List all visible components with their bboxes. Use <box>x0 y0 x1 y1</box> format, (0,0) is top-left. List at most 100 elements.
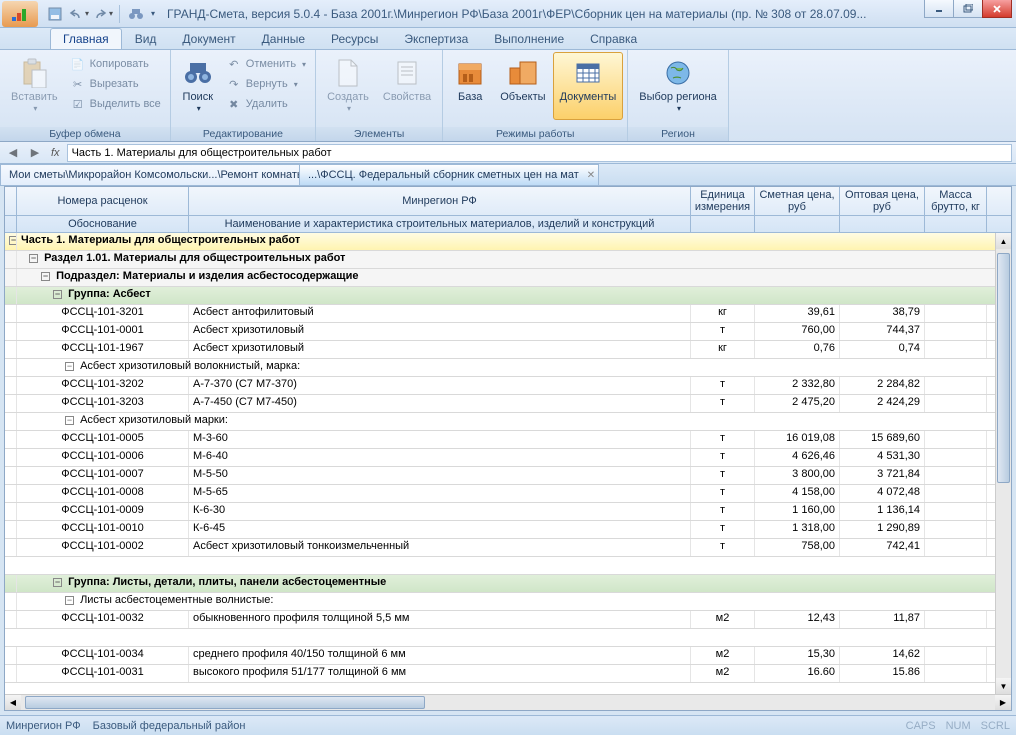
col-code[interactable]: Номера расценок <box>17 187 189 215</box>
table-row[interactable]: − Асбест хризотиловый волокнистый, марка… <box>5 359 1011 377</box>
redo-button[interactable]: ↷Вернуть▾ <box>221 74 311 94</box>
globe-icon <box>662 57 694 89</box>
delete-button[interactable]: ✖Удалить <box>221 94 311 114</box>
table-row[interactable]: − Листы асбестоцементные волнистые: <box>5 593 1011 611</box>
col-desc[interactable]: Наименование и характеристика строительн… <box>189 216 691 232</box>
undo-button[interactable]: ↶Отменить▾ <box>221 54 311 74</box>
table-row[interactable]: − Группа: Листы, детали, плиты, панели а… <box>5 575 1011 593</box>
ribbon-tab-view[interactable]: Вид <box>122 28 170 49</box>
quick-access-toolbar: ▾ ▾ ▾ <box>44 4 155 24</box>
table-row[interactable]: ФССЦ-101-3201Асбест антофилитовыйкг39,61… <box>5 305 1011 323</box>
cut-button[interactable]: ✂Вырезать <box>65 74 166 94</box>
ribbon-tab-document[interactable]: Документ <box>169 28 248 49</box>
fx-label: fx <box>48 147 63 159</box>
region-select-button[interactable]: Выбор региона▾ <box>632 52 724 120</box>
documents-button[interactable]: Документы <box>553 52 624 120</box>
formula-left-icon[interactable]: ◀ <box>4 144 22 162</box>
cut-icon: ✂ <box>70 76 86 92</box>
ribbon-tab-execution[interactable]: Выполнение <box>481 28 577 49</box>
scroll-up-icon[interactable]: ▲ <box>996 233 1011 249</box>
undo-icon: ↶ <box>226 56 242 72</box>
scroll-thumb[interactable] <box>997 253 1010 483</box>
ribbon-tab-main[interactable]: Главная <box>50 28 122 49</box>
col-mass[interactable]: Масса брутто, кг <box>925 187 987 215</box>
table-row[interactable]: − Группа: Асбест <box>5 287 1011 305</box>
table-row[interactable]: ФССЦ-101-3202А-7-370 (С7 М7-370)т2 332,8… <box>5 377 1011 395</box>
objects-button[interactable]: Объекты <box>493 52 552 120</box>
formula-right-icon[interactable]: ▶ <box>26 144 44 162</box>
collapse-icon[interactable]: − <box>9 236 17 245</box>
col-unit[interactable]: Единица измерения <box>691 187 755 215</box>
table-row[interactable]: ФССЦ-101-0010К-6-45т1 318,001 290,89 <box>5 521 1011 539</box>
horizontal-scrollbar[interactable]: ◀ ▶ <box>5 694 1011 710</box>
vertical-scrollbar[interactable]: ▲ ▼ <box>995 233 1011 694</box>
table-row[interactable]: ФССЦ-101-0005М-3-60т16 019,0815 689,60 <box>5 431 1011 449</box>
qat-save-icon[interactable] <box>44 4 66 24</box>
paste-button[interactable]: Вставить▾ <box>4 52 65 120</box>
app-menu-button[interactable] <box>2 1 38 27</box>
doc-tab-0[interactable]: Мои сметы\Микрорайон Комсомольски...\Рем… <box>0 164 300 185</box>
scroll-left-icon[interactable]: ◀ <box>5 695 21 710</box>
table-row[interactable]: ФССЦ-101-0008М-5-65т4 158,004 072,48 <box>5 485 1011 503</box>
props-button[interactable]: Свойства <box>376 52 438 120</box>
qat-redo-icon[interactable]: ▾ <box>92 4 114 24</box>
minimize-button[interactable] <box>924 0 954 18</box>
collapse-icon[interactable]: − <box>41 272 50 281</box>
collapse-icon[interactable]: − <box>65 362 74 371</box>
table-row[interactable]: ФССЦ-101-0001Асбест хризотиловыйт760,007… <box>5 323 1011 341</box>
maximize-button[interactable] <box>953 0 983 18</box>
close-button[interactable] <box>982 0 1012 18</box>
table-row[interactable]: ФССЦ-101-0034среднего профиля 40/150 тол… <box>5 647 1011 665</box>
col-basis[interactable]: Обоснование <box>17 216 189 232</box>
table-row[interactable]: ФССЦ-101-0032обыкновенного профиля толщи… <box>5 611 1011 629</box>
table-row[interactable]: −Часть 1. Материалы для общестроительных… <box>5 233 1011 251</box>
collapse-icon[interactable]: − <box>53 290 62 299</box>
table-row[interactable]: ФССЦ-101-0007М-5-50т3 800,003 721,84 <box>5 467 1011 485</box>
formula-input[interactable]: Часть 1. Материалы для общестроительных … <box>67 144 1012 162</box>
collapse-icon[interactable]: − <box>53 578 62 587</box>
select-all-icon: ☑ <box>70 96 86 112</box>
table-header: Номера расценок Минрегион РФ Единица изм… <box>5 187 1011 233</box>
ribbon-tab-resources[interactable]: Ресурсы <box>318 28 391 49</box>
create-button[interactable]: Создать▾ <box>320 52 376 120</box>
ribbon-tab-expertise[interactable]: Экспертиза <box>391 28 481 49</box>
table-row[interactable]: ФССЦ-101-0009К-6-30т1 160,001 136,14 <box>5 503 1011 521</box>
formula-bar: ◀ ▶ fx Часть 1. Материалы для общестроит… <box>0 142 1016 164</box>
table-row[interactable]: − Асбест хризотиловый марки: <box>5 413 1011 431</box>
collapse-icon[interactable]: − <box>29 254 38 263</box>
close-tab-icon[interactable]: ✕ <box>587 170 595 181</box>
ribbon-group-elements: Создать▾ Свойства Элементы <box>316 50 443 141</box>
search-button[interactable]: Поиск▾ <box>175 52 221 120</box>
table-row[interactable]: ФССЦ-101-0031высокого профиля 51/177 тол… <box>5 665 1011 683</box>
doc-tab-1[interactable]: ...\ФССЦ. Федеральный сборник сметных це… <box>299 164 599 185</box>
ribbon-group-edit: Поиск▾ ↶Отменить▾ ↷Вернуть▾ ✖Удалить Ред… <box>171 50 316 141</box>
col-price1[interactable]: Сметная цена, руб <box>755 187 840 215</box>
col-region[interactable]: Минрегион РФ <box>189 187 691 215</box>
table-row[interactable]: − Раздел 1.01. Материалы для общестроите… <box>5 251 1011 269</box>
ribbon-tab-data[interactable]: Данные <box>249 28 318 49</box>
qat-binoculars-icon[interactable] <box>125 4 147 24</box>
ribbon-tab-help[interactable]: Справка <box>577 28 650 49</box>
scroll-down-icon[interactable]: ▼ <box>996 678 1011 694</box>
ribbon-group-region: Выбор региона▾ Регион <box>628 50 729 141</box>
table-row[interactable]: ФССЦ-101-0006М-6-40т4 626,464 531,30 <box>5 449 1011 467</box>
scroll-right-icon[interactable]: ▶ <box>995 695 1011 710</box>
binoculars-icon <box>182 57 214 89</box>
select-all-button[interactable]: ☑Выделить все <box>65 94 166 114</box>
table-row <box>5 629 1011 647</box>
documents-icon <box>572 57 604 89</box>
collapse-icon[interactable]: − <box>65 416 74 425</box>
table-row[interactable]: ФССЦ-101-3203А-7-450 (С7 М7-450)т2 475,2… <box>5 395 1011 413</box>
status-bar: Минрегион РФ Базовый федеральный район C… <box>0 715 1016 735</box>
table-row[interactable]: ФССЦ-101-0002Асбест хризотиловый тонкоиз… <box>5 539 1011 557</box>
table-row[interactable]: − Подраздел: Материалы и изделия асбесто… <box>5 269 1011 287</box>
copy-button[interactable]: 📄Копировать <box>65 54 166 74</box>
table-row[interactable]: ФССЦ-101-1967Асбест хризотиловыйкг0,760,… <box>5 341 1011 359</box>
props-icon <box>391 57 423 89</box>
new-doc-icon <box>332 57 364 89</box>
base-button[interactable]: База <box>447 52 493 120</box>
col-price2[interactable]: Оптовая цена, руб <box>840 187 925 215</box>
qat-undo-icon[interactable]: ▾ <box>68 4 90 24</box>
collapse-icon[interactable]: − <box>65 596 74 605</box>
scroll-thumb[interactable] <box>25 696 425 709</box>
